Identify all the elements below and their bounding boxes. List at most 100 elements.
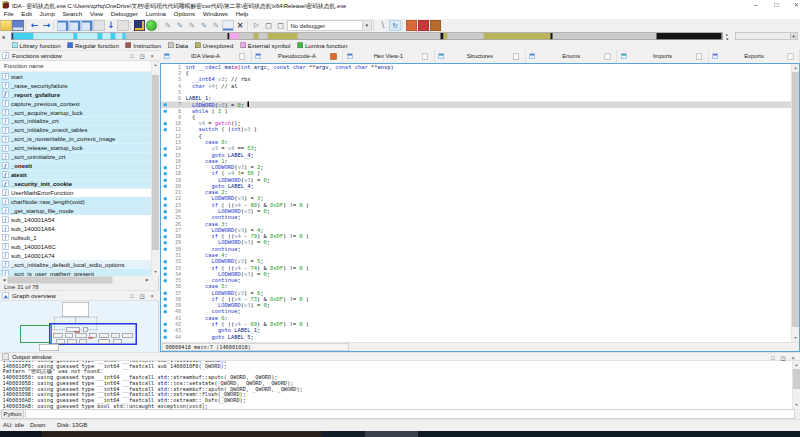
function-row[interactable]: fnullsub_1: [0, 233, 151, 242]
dbg-icon-1[interactable]: [406, 20, 417, 31]
lumina-icon[interactable]: [146, 20, 157, 31]
menu-view[interactable]: View: [86, 10, 107, 18]
chevron-down-icon[interactable]: ▾: [362, 21, 371, 31]
function-row[interactable]: f_scrt_initialize_default_local_stdio_op…: [0, 260, 151, 269]
scroll-thumb[interactable]: [793, 369, 800, 389]
functions-vscrollbar[interactable]: ▲ ▼: [151, 61, 159, 276]
menu-options[interactable]: Options: [170, 10, 199, 18]
function-row[interactable]: f_scrt_initialize_crt: [0, 117, 151, 126]
jump-icon-4[interactable]: [94, 20, 105, 31]
function-row[interactable]: f_onexit: [0, 161, 151, 170]
tab-box-icon[interactable]: [239, 54, 245, 60]
scroll-down-icon[interactable]: ▼: [792, 334, 800, 342]
navigation-band[interactable]: [11, 33, 723, 41]
tab-structures[interactable]: Structures: [434, 50, 525, 63]
tab-box-icon[interactable]: [787, 54, 793, 60]
scroll-thumb[interactable]: [8, 277, 113, 284]
jump-icon-3[interactable]: [82, 20, 93, 31]
function-row[interactable]: f_raise_securityfailure: [0, 81, 151, 90]
tool-icon-1[interactable]: \: [378, 20, 389, 31]
minimize-button[interactable]: –: [748, 1, 763, 9]
pseudocode-vscrollbar[interactable]: ▲ ▼: [791, 64, 799, 342]
function-row[interactable]: fcharNode::raw_length(void): [0, 197, 151, 206]
output-window-body[interactable]: 140001010: using guessed type __int64 __…: [0, 361, 800, 409]
graph-overview-canvas[interactable]: [0, 301, 158, 352]
edit-icon-4[interactable]: ✎: [199, 20, 210, 31]
function-row[interactable]: f_security_init_cookie: [0, 179, 151, 188]
debug-pause-icon[interactable]: □: [263, 20, 274, 31]
scroll-thumb[interactable]: [152, 75, 159, 250]
debugger-select[interactable]: No debugger▾: [288, 20, 372, 31]
tab-box-icon[interactable]: [605, 54, 611, 60]
save-icon[interactable]: [13, 20, 24, 31]
code-line[interactable]: 44 goto LABEL_5;: [161, 334, 791, 340]
scroll-down-icon[interactable]: ▼: [152, 268, 160, 276]
tab-ida-view-a[interactable]: IDA View-A: [160, 50, 251, 63]
function-row[interactable]: fstart: [0, 72, 151, 81]
scroll-down-icon[interactable]: ▼: [793, 401, 800, 409]
scroll-up-icon[interactable]: ▲: [793, 361, 800, 369]
edit-icon-2[interactable]: ✎: [175, 20, 186, 31]
python-label[interactable]: Python: [1, 410, 24, 419]
pseudocode-view[interactable]: 1int __cdecl main(int argc, const char *…: [161, 64, 791, 342]
function-row[interactable]: f_scrt_release_startup_lock: [0, 144, 151, 153]
tab-exports[interactable]: Exports: [709, 50, 800, 63]
navband-handle-icon[interactable]: ≡: [2, 34, 8, 40]
windows-taskbar[interactable]: [0, 431, 800, 437]
edit-icon-1[interactable]: ✎: [163, 20, 174, 31]
jump-icon-1[interactable]: [58, 20, 69, 31]
function-row[interactable]: fsub_140001A6C: [0, 242, 151, 251]
edit-icon-5[interactable]: ✎: [211, 20, 222, 31]
menu-debugger[interactable]: Debugger: [107, 10, 142, 18]
function-row[interactable]: fUserMathErrorFunction: [0, 188, 151, 197]
menu-help[interactable]: Help: [232, 10, 252, 18]
menu-edit[interactable]: Edit: [18, 10, 36, 18]
edit-icon-3[interactable]: ✎: [187, 20, 198, 31]
functions-window-buttons[interactable]: □◳×: [127, 51, 157, 62]
tab-pseudocode-a[interactable]: Pseudocode-A: [251, 50, 342, 63]
maximize-button[interactable]: □: [769, 1, 784, 9]
function-row[interactable]: fcapture_previous_context: [0, 99, 151, 108]
output-vscrollbar[interactable]: ▲ ▼: [792, 361, 800, 409]
function-row[interactable]: fsub_140001A64: [0, 224, 151, 233]
scroll-up-icon[interactable]: ▲: [152, 61, 160, 69]
menu-lumina[interactable]: Lumina: [142, 10, 170, 18]
tool-icon-2[interactable]: ↻: [390, 20, 401, 31]
tab-enums[interactable]: Enums: [526, 50, 617, 63]
menu-file[interactable]: File: [0, 10, 18, 18]
function-row[interactable]: f_scrt_acquire_startup_lock: [0, 108, 151, 117]
tab-imports[interactable]: Imports: [617, 50, 708, 63]
function-row[interactable]: f_scrt_initialize_onexit_tables: [0, 126, 151, 135]
tab-hex-view-1[interactable]: Hex View-1: [343, 50, 434, 63]
chart-icon[interactable]: [223, 20, 234, 31]
chevron-down-icon[interactable]: ▾: [790, 33, 797, 39]
navband-arrows[interactable]: ▸◂: [726, 33, 732, 40]
open-file-icon[interactable]: [1, 20, 12, 31]
function-row[interactable]: f_scrt_is_user_matherr_present: [0, 269, 151, 276]
desktop-combo[interactable]: ▾: [735, 32, 798, 40]
dbg-icon-2[interactable]: [418, 20, 429, 31]
snapshot-icon[interactable]: [134, 20, 145, 31]
function-row[interactable]: f_scrt_uninitialize_crt: [0, 153, 151, 162]
scroll-up-icon[interactable]: ▲: [792, 64, 800, 72]
close-button[interactable]: ×: [789, 1, 800, 9]
forward-icon[interactable]: →: [41, 20, 52, 31]
function-row[interactable]: f_get_startup_file_mode: [0, 206, 151, 215]
dbg-icon-3[interactable]: [430, 20, 441, 31]
back-icon[interactable]: ←: [29, 20, 40, 31]
function-row[interactable]: fatexit: [0, 170, 151, 179]
tab-box-icon[interactable]: [422, 54, 428, 60]
debug-stop-icon[interactable]: □: [275, 20, 286, 31]
function-row[interactable]: fsub_140001A74: [0, 251, 151, 260]
python-input[interactable]: [25, 410, 795, 419]
delete-icon[interactable]: ×: [235, 20, 246, 31]
menu-windows[interactable]: Windows: [199, 10, 232, 18]
function-row[interactable]: fsub_140001A54: [0, 215, 151, 224]
functions-header[interactable]: Function name: [0, 61, 151, 72]
tab-box-icon[interactable]: [696, 54, 702, 60]
scroll-thumb[interactable]: [792, 72, 799, 327]
menu-search[interactable]: Search: [59, 10, 86, 18]
jump-icon-2[interactable]: [70, 20, 81, 31]
function-row[interactable]: f_scrt_is_nonwritable_in_current_image: [0, 135, 151, 144]
jump-down-icon[interactable]: ↓: [106, 20, 117, 31]
